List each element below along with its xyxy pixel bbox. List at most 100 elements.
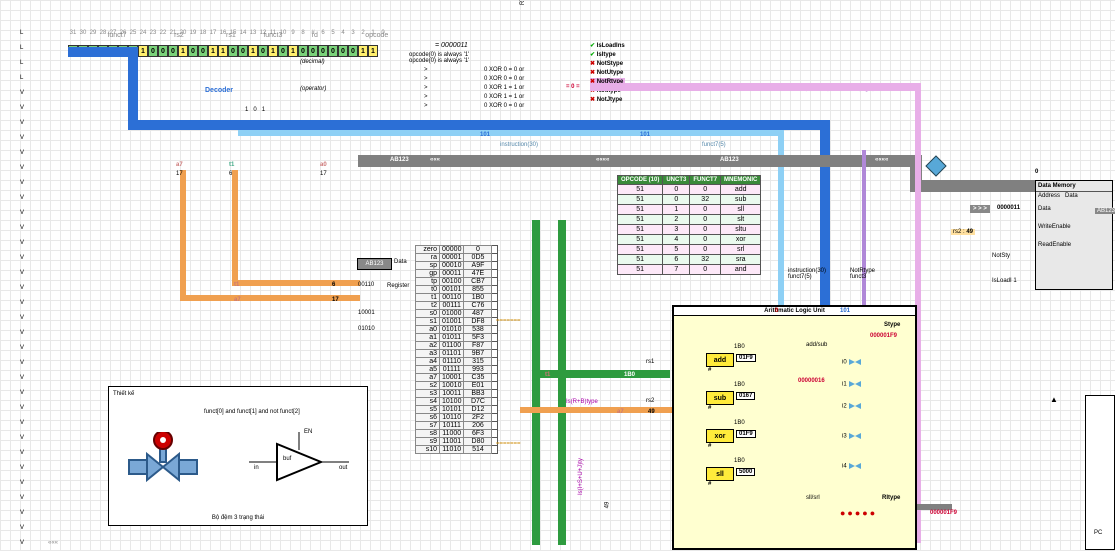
wire-green-v2 (558, 220, 566, 545)
notr-funct3: NotRtypefunct3 (850, 268, 875, 280)
mem-isload: IsLoadI (992, 278, 1012, 284)
buffer-icon (249, 432, 359, 492)
mux-is: Is(R+B)type (566, 399, 598, 405)
bus-arr-b: «««« (596, 157, 609, 163)
bus-ab123-b: AB123 (720, 157, 739, 163)
wire-orange-v2 (232, 170, 238, 285)
label-a7: a7 (176, 162, 183, 168)
pc-box (1085, 395, 1115, 550)
alu-rtype: RItype (882, 495, 900, 501)
mem-one: 1 (1013, 278, 1016, 284)
alu-hex: 000001F9 (870, 333, 897, 339)
wire-gray-bus (358, 155, 918, 167)
mem-we: WriteEnable (1036, 218, 1112, 236)
mem-zero: 0 (1035, 169, 1038, 175)
label-101-b: 101 (640, 132, 650, 138)
mux-1b0: 1B0 (620, 372, 639, 378)
alu-out-hex: 000001F9 (930, 510, 957, 516)
diamond-node-icon (925, 155, 947, 177)
alu-title: Arithmatic Logic Unit (674, 307, 915, 316)
mux-arrow2: ======= (496, 318, 521, 324)
bus-a7v: 17 (332, 297, 339, 303)
t1-bin: 00110 (358, 282, 374, 288)
mem-rs2: rs2 : (953, 229, 965, 235)
bus-arr-a: ««« (430, 157, 440, 163)
xor-lines: >0 XOR 0 = 0 or>0 XOR 0 = 0 or>0 XOR 1 =… (424, 66, 524, 111)
mem-ab: AB123 (1095, 208, 1115, 214)
buf-label: buf (283, 456, 291, 462)
panel-title: Thiết kế (109, 387, 367, 401)
data-label: Data (394, 259, 407, 265)
arrows-left: ««« (48, 540, 58, 546)
wire-blue-h2 (128, 120, 828, 130)
decode-table: OPCODE (10)UNCT3FUNCT7MNEMONIC5100add510… (617, 175, 761, 275)
col-v2: 1 (262, 107, 265, 113)
a7-bin: 10001 (358, 310, 375, 316)
mux-t1: t1 (545, 372, 550, 378)
label-t1: t1 (229, 162, 234, 168)
wire-gray-h2 (910, 180, 1050, 192)
alu-sllsrl: sll/srl (806, 495, 820, 501)
mux-49v: 49 (604, 502, 610, 509)
panel-logic: funct[0] and funct[1] and not funct[2] (204, 409, 300, 415)
out-label: out (339, 465, 347, 471)
pc-label: PC (1094, 530, 1102, 536)
mem-addr: Address (1038, 193, 1060, 199)
ab123-data: AB123 (357, 258, 392, 270)
decoder-label: Decoder (205, 87, 233, 94)
encoding: = 0000011 (435, 42, 468, 49)
alu-dots: ●●●●● (840, 508, 877, 518)
left-letter-col: LLLLVVVVVVVVVVVVVVVVVVVVVVVVVVVVVVV (20, 30, 24, 555)
mem-re: ReadEnable (1036, 236, 1112, 254)
rtype-ma-label: RTYPE_MA (520, 0, 526, 5)
xor-eq: = 0 = (566, 84, 580, 90)
mem-rs2v: 49 (966, 229, 973, 235)
bus-ab123-a: AB123 (390, 157, 409, 163)
register-file: Register zero000000ra000010D5sp00010A9Fg… (415, 245, 498, 454)
mux-arrow: ======= (496, 441, 521, 447)
mux-49: 49 (648, 409, 655, 415)
mem-bus-arrows: > > > (970, 205, 990, 213)
opcode-lines: opcode(0) is always '1' opcode(0) is alw… (409, 52, 469, 64)
alu-0: 0 (775, 308, 778, 314)
alu-101: 101 (840, 308, 850, 314)
mem-addr-hex: 0000011 (997, 205, 1020, 211)
wire-blue-v1 (128, 47, 138, 127)
wire-cyan (238, 130, 783, 136)
in-label: in (254, 465, 259, 471)
label-a0: a0 (320, 162, 327, 168)
mem-data-h: Data (1065, 193, 1078, 199)
wire-orange-h2 (232, 280, 360, 286)
mux-rs2: rs2 (646, 398, 654, 404)
data-memory: Data Memory Address Data Data WriteEnabl… (1035, 180, 1113, 290)
wire-green-v (532, 220, 540, 545)
flag-list: ✔ IsLoadIns✔ IsItype✖ NotStype✖ NotUtype… (590, 42, 625, 105)
decimal-label: (decimal) (300, 59, 325, 65)
bus-t1v: 6 (332, 282, 335, 288)
t1-val: 6 (229, 171, 232, 177)
bus-arr-c: «««« (875, 157, 888, 163)
en-label: EN (304, 429, 312, 435)
t2-bin: 01010 (358, 326, 375, 332)
panel-caption: Bộ đệm 3 trạng thái (109, 515, 367, 521)
mem-notsty: NotSty (992, 253, 1010, 259)
bit-groups: funct7 rs2 rs1 funct3 rd opcode (82, 32, 412, 39)
col-v1: 0 (253, 107, 256, 113)
wire-orange-rs2 (520, 407, 688, 413)
label-101-a: 101 (480, 132, 490, 138)
label-instr30: instruction(30) (500, 142, 538, 148)
wire-orange-v (180, 170, 186, 300)
valve-icon (127, 432, 199, 496)
instr30-lbl: instruction(30)funct7(5) (788, 268, 826, 280)
mux-rs1: rs1 (646, 359, 654, 365)
up-arrow-icon: ▲ (1050, 395, 1058, 404)
mem-title: Data Memory (1036, 181, 1112, 192)
alu-pins: i0 i1 i2 i3 i4 (842, 357, 862, 491)
label-funct75: funct7(5) (702, 142, 726, 148)
reg-label: Register (387, 283, 409, 289)
alu-stype: Stype (884, 322, 900, 328)
wire-pink (590, 83, 920, 91)
mux-a7: a7 (617, 409, 624, 415)
design-panel: Thiết kế funct[0] and funct[1] and not f… (108, 386, 368, 526)
operator-label: (operator) (300, 86, 326, 92)
